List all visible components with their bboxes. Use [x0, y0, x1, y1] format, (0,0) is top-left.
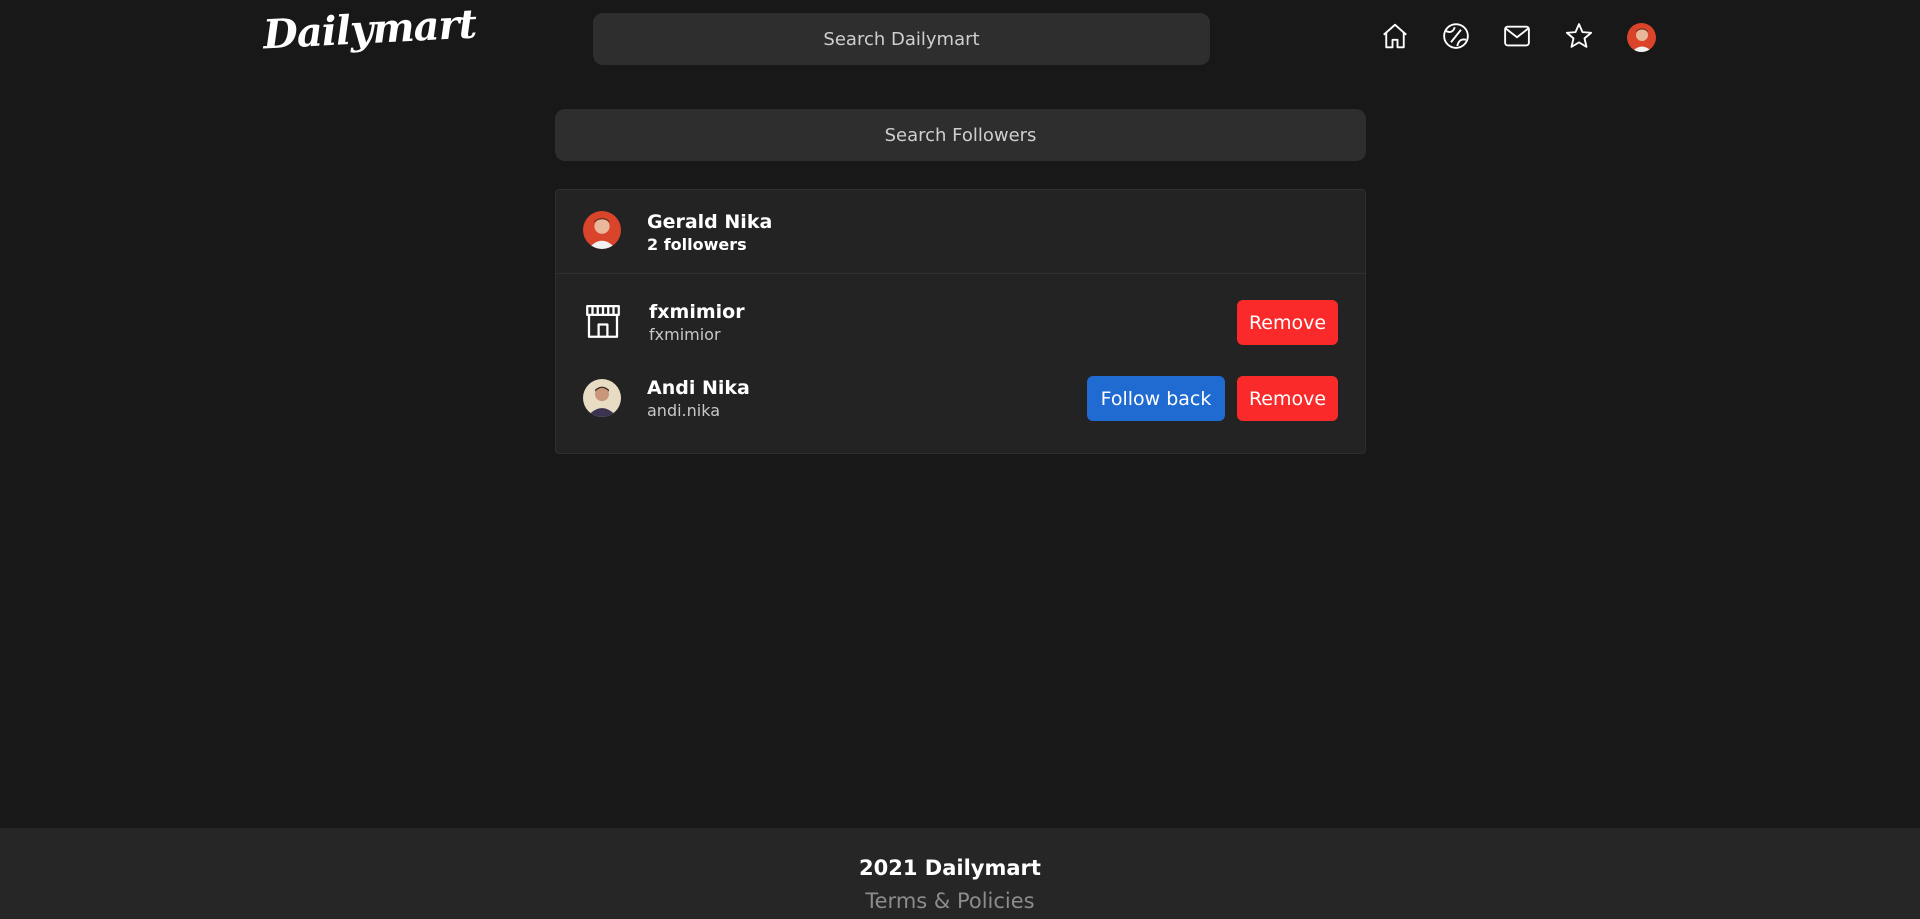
footer-copyright: 2021 Dailymart	[859, 856, 1041, 880]
owner-follower-count: 2 followers	[647, 235, 747, 254]
home-icon[interactable]	[1379, 20, 1411, 52]
follower-handle: andi.nika	[647, 401, 721, 420]
profile-summary: Gerald Nika 2 followers	[556, 190, 1365, 274]
store-icon	[582, 300, 624, 342]
list-item: Andi Nika andi.nika Follow back Remove	[556, 366, 1365, 426]
follower-name[interactable]: fxmimior	[649, 301, 745, 323]
search-followers-input[interactable]	[555, 109, 1366, 161]
remove-button[interactable]: Remove	[1237, 376, 1338, 421]
followers-panel: Gerald Nika 2 followers fxmimior fxmimio…	[555, 189, 1366, 454]
star-icon[interactable]	[1563, 20, 1595, 52]
top-navbar: Dailymart	[0, 0, 1920, 76]
follower-avatar[interactable]	[583, 379, 621, 417]
mail-icon[interactable]	[1501, 20, 1533, 52]
follower-name[interactable]: Andi Nika	[647, 377, 750, 399]
owner-avatar[interactable]	[583, 211, 621, 249]
remove-button[interactable]: Remove	[1237, 300, 1338, 345]
dailymart-logo[interactable]: Dailymart	[262, 0, 477, 58]
terms-policies-link[interactable]: Terms & Policies	[0, 889, 1900, 913]
explore-icon[interactable]	[1440, 20, 1472, 52]
list-item: fxmimior fxmimior Remove	[556, 290, 1365, 350]
owner-name[interactable]: Gerald Nika	[647, 211, 772, 233]
follower-handle: fxmimior	[649, 325, 721, 344]
site-search-input[interactable]	[593, 13, 1210, 65]
page-footer: 2021 Dailymart Terms & Policies	[0, 828, 1920, 919]
follow-back-button[interactable]: Follow back	[1087, 376, 1225, 421]
profile-avatar[interactable]	[1627, 23, 1656, 52]
